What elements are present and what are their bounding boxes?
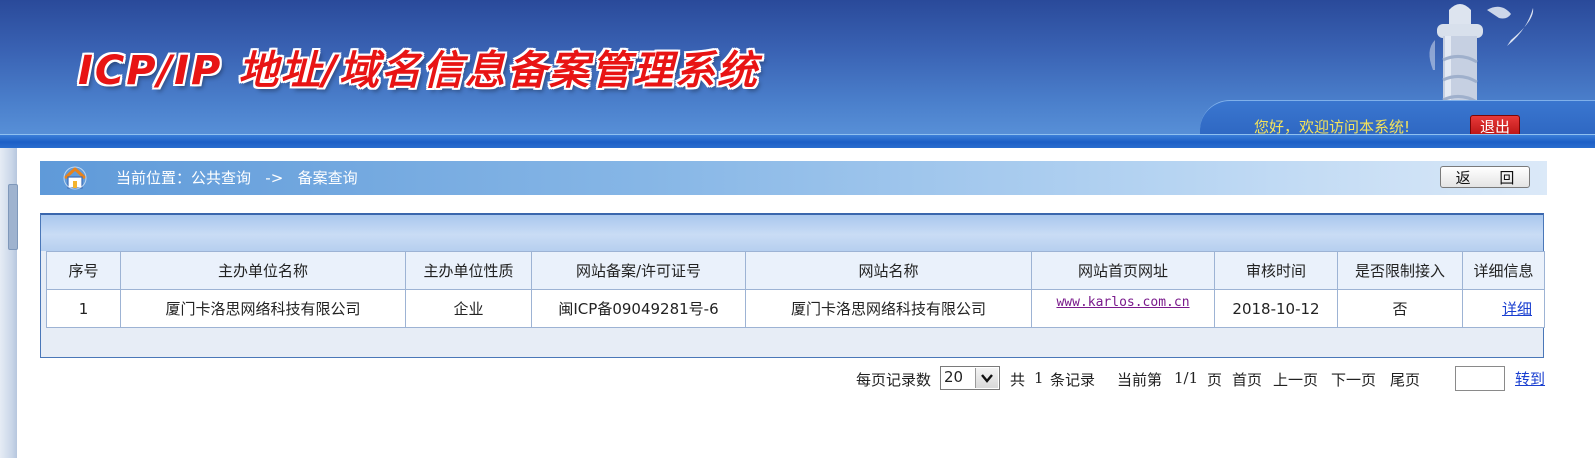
cell-site-name: 厦门卡洛思网络科技有限公司 <box>745 289 1032 328</box>
current-prefix: 当前第 <box>1117 371 1163 389</box>
cell-detail: 详细 <box>1462 289 1545 328</box>
next-page-button[interactable]: 下一页 <box>1331 369 1376 390</box>
column-header-detail: 详细信息 <box>1462 251 1545 290</box>
cell-url: www.karlos.com.cn <box>1031 289 1215 328</box>
cell-org-name: 厦门卡洛思网络科技有限公司 <box>120 289 406 328</box>
current-suffix: 页 <box>1207 371 1223 389</box>
header-divider <box>0 134 1595 148</box>
back-button[interactable]: 返 回 <box>1440 166 1530 188</box>
column-header-org-type: 主办单位性质 <box>405 251 532 290</box>
current-page: 1/1 <box>1174 369 1199 387</box>
cell-restricted: 否 <box>1337 289 1463 328</box>
column-header-url: 网站首页网址 <box>1031 251 1215 290</box>
cell-license: 闽ICP备09049281号-6 <box>531 289 746 328</box>
home-icon <box>63 166 87 190</box>
chevron-down-icon <box>975 368 998 388</box>
column-header-restricted: 是否限制接入 <box>1337 251 1463 290</box>
last-page-button[interactable]: 尾页 <box>1390 369 1420 390</box>
table-row: 1 厦门卡洛思网络科技有限公司 企业 闽ICP备09049281号-6 厦门卡洛… <box>46 289 1545 328</box>
cell-index: 1 <box>46 289 121 328</box>
detail-link[interactable]: 详细 <box>1502 300 1532 318</box>
column-header-index: 序号 <box>46 251 121 290</box>
column-header-license: 网站备案/许可证号 <box>531 251 746 290</box>
first-page-button[interactable]: 首页 <box>1232 369 1262 390</box>
goto-page-input[interactable] <box>1455 366 1505 391</box>
column-header-review-date: 审核时间 <box>1214 251 1338 290</box>
header-banner: ICP/IP 地址/域名信息备案管理系统 您好，欢迎访问本系统! 退出 <box>0 0 1595 148</box>
site-url-link[interactable]: www.karlos.com.cn <box>1056 295 1189 310</box>
goto-page-link[interactable]: 转到 <box>1515 368 1545 389</box>
total-prefix: 共 <box>1010 371 1026 389</box>
cell-org-type: 企业 <box>405 289 532 328</box>
breadcrumb: 当前位置：公共查询 -> 备案查询 <box>116 169 358 187</box>
left-frame-toggle[interactable] <box>8 184 18 250</box>
total-count: 1 <box>1034 369 1044 387</box>
column-header-org-name: 主办单位名称 <box>120 251 406 290</box>
panel-header <box>41 215 1543 251</box>
table-header-row: 序号 主办单位名称 主办单位性质 网站备案/许可证号 网站名称 网站首页网址 审… <box>46 251 1545 290</box>
column-header-site-name: 网站名称 <box>745 251 1032 290</box>
system-title: ICP/IP 地址/域名信息备案管理系统 <box>78 48 759 94</box>
per-page-value: 20 <box>944 368 964 386</box>
cell-review-date: 2018-10-12 <box>1214 289 1338 328</box>
prev-page-button[interactable]: 上一页 <box>1273 369 1318 390</box>
total-suffix: 条记录 <box>1050 371 1096 389</box>
per-page-select[interactable]: 20 <box>940 366 1000 390</box>
per-page-label: 每页记录数 <box>856 371 932 389</box>
results-table: 序号 主办单位名称 主办单位性质 网站备案/许可证号 网站名称 网站首页网址 审… <box>46 251 1545 328</box>
